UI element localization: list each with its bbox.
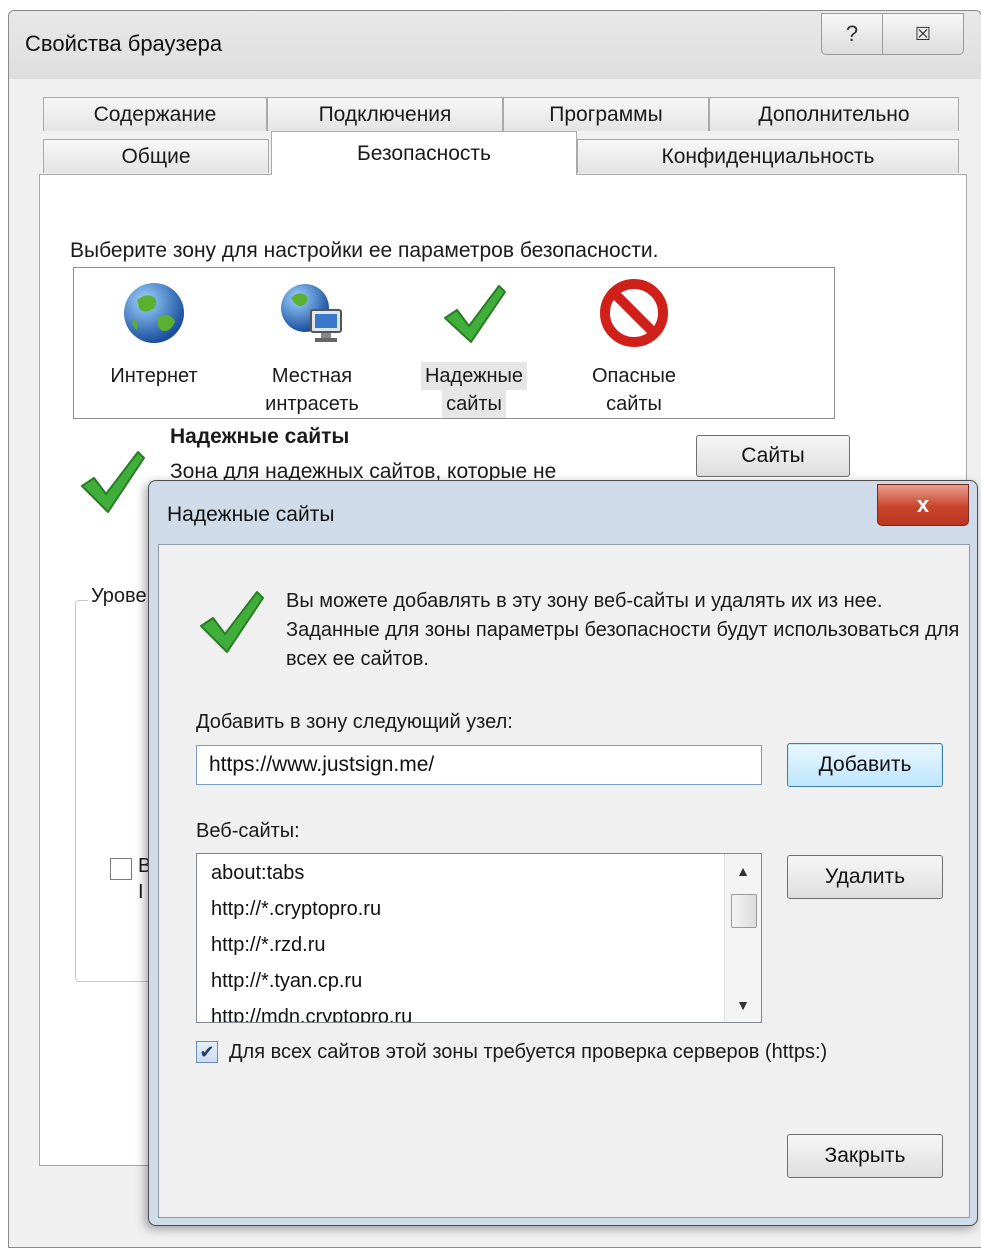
remove-button[interactable]: Удалить [787,855,943,899]
add-site-input[interactable] [196,745,762,785]
zone-label: сайты [442,390,506,418]
checkbox-label: I [138,881,144,903]
zone-trusted-sites[interactable]: Надежные сайты [404,278,544,418]
add-site-label: Добавить в зону следующий узел: [196,711,513,733]
close-button[interactable]: Закрыть [787,1134,943,1178]
zone-restricted-sites[interactable]: Опасные сайты [564,278,704,418]
zone-intranet[interactable]: Местная интрасеть [242,278,382,418]
close-window-button[interactable]: ☒ [882,13,964,55]
protected-mode-checkbox[interactable] [110,858,132,880]
close-icon: x [916,492,930,517]
checkmark-icon [200,591,264,653]
info-text: Вы можете добавлять в эту зону веб-сайты… [286,590,960,670]
trusted-sites-dialog: Надежные сайты x Вы можете добавлять в э… [148,480,978,1226]
window-title: Свойства браузера [25,31,223,56]
forbidden-icon [600,279,668,347]
zone-label: Опасные [591,365,677,387]
list-item[interactable]: http://*.tyan.cp.ru [211,970,362,993]
zone-prompt-label: Выберите зону для настройки ее параметро… [70,239,659,262]
title-bar: Свойства браузера ? ☒ [9,11,981,79]
scroll-down-icon[interactable]: ▼ [725,988,761,1022]
globe-icon [124,283,184,343]
list-item[interactable]: http://mdn.cryptopro.ru [211,1006,412,1022]
tab-advanced[interactable]: Дополнительно [709,97,959,131]
help-button[interactable]: ? [821,13,883,55]
require-https-checkbox[interactable]: ✔ [196,1041,218,1063]
security-level-label: Урове [88,585,150,608]
checkmark-icon: ✔ [199,1041,215,1062]
require-https-label: Для всех сайтов этой зоны требуется пров… [229,1041,828,1063]
tab-connections[interactable]: Подключения [267,97,503,131]
zone-internet[interactable]: Интернет [84,278,224,390]
zone-label: Местная [271,365,353,387]
zone-label: интрасеть [265,393,359,415]
scroll-thumb[interactable] [731,894,757,928]
sites-button[interactable]: Сайты [696,435,850,477]
list-item[interactable]: http://*.cryptopro.ru [211,898,381,921]
zone-label: сайты [606,393,662,415]
tab-general[interactable]: Общие [43,139,269,173]
list-item[interactable]: http://*.rzd.ru [211,934,326,957]
help-icon: ? [845,21,859,46]
close-icon: ☒ [914,23,932,44]
tab-privacy[interactable]: Конфиденциальность [577,139,959,173]
checkmark-icon [81,451,145,513]
globe-computer-icon [281,284,342,342]
websites-label: Веб-сайты: [196,820,300,842]
vertical-scrollbar[interactable]: ▲ ▼ [724,854,761,1022]
close-dialog-button[interactable]: x [877,484,969,526]
tab-security[interactable]: Безопасность [271,131,577,175]
dialog-body: Вы можете добавлять в эту зону веб-сайты… [158,544,970,1218]
selected-zone-title: Надежные сайты [170,425,350,448]
list-item[interactable]: about:tabs [211,862,304,885]
zone-label: Надежные [420,362,528,390]
checkmark-icon [444,285,506,343]
add-button[interactable]: Добавить [787,743,943,787]
zone-label: Интернет [110,365,198,387]
tab-content[interactable]: Содержание [43,97,267,131]
dialog-title: Надежные сайты [167,503,335,526]
websites-list[interactable]: about:tabs http://*.cryptopro.ru http://… [196,853,762,1023]
tab-programs[interactable]: Программы [503,97,709,131]
zone-list: Интернет Местная интрасеть Надежные сайт… [73,267,835,419]
scroll-up-icon[interactable]: ▲ [725,854,761,888]
